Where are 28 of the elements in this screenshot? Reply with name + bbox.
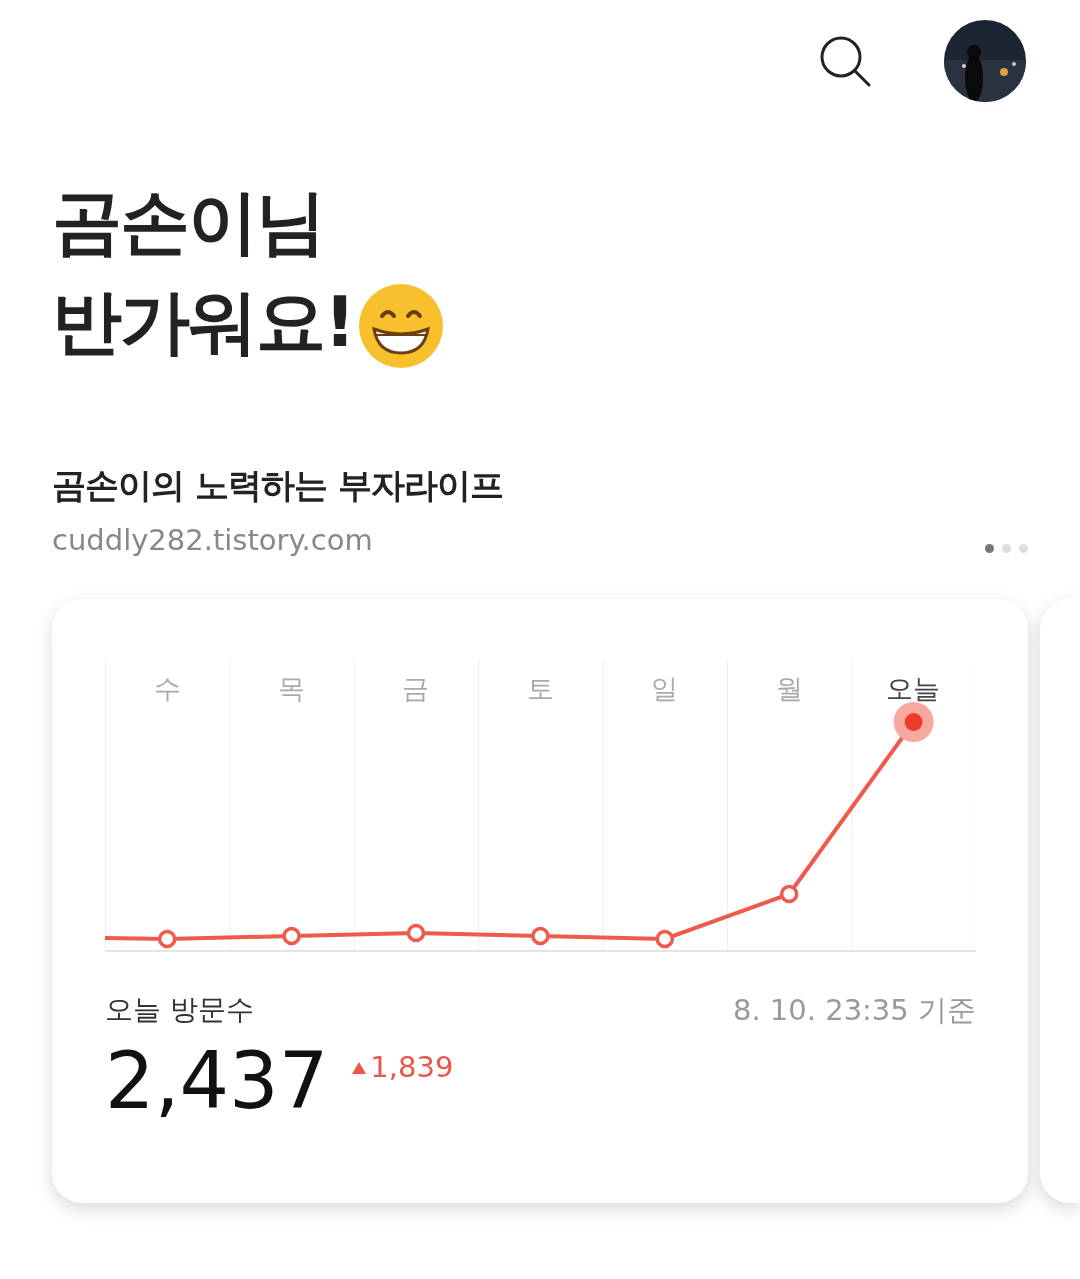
grin-emoji-icon xyxy=(357,283,444,369)
search-icon[interactable] xyxy=(818,34,872,88)
visits-label: 오늘 방문수 xyxy=(105,991,254,1028)
blog-url[interactable]: cuddly282.tistory.com xyxy=(52,519,373,563)
page-dot[interactable] xyxy=(1019,544,1028,554)
data-point xyxy=(779,884,799,903)
day-label: 수 xyxy=(152,671,182,706)
visits-count: 2,437 xyxy=(105,1042,329,1120)
page-dot[interactable] xyxy=(1002,544,1011,554)
day-label: 일 xyxy=(650,671,680,706)
day-label: 금 xyxy=(401,671,431,706)
greeting-heading: 곰손이님 xyxy=(52,180,325,265)
blog-title: 곰손이의 노력하는 부자라이프 xyxy=(52,464,504,507)
day-label: 오늘 xyxy=(885,671,942,706)
highlighted-data-point xyxy=(893,701,934,742)
data-point xyxy=(655,929,675,948)
welcome-heading: 반가워요! xyxy=(52,280,354,365)
data-point xyxy=(406,923,426,942)
day-label: 토 xyxy=(525,671,555,706)
visits-change: 1,839 xyxy=(370,1049,454,1086)
data-point xyxy=(157,929,177,948)
page-dot[interactable] xyxy=(985,544,994,554)
day-label: 월 xyxy=(774,671,804,706)
data-point xyxy=(282,926,301,945)
day-label: 목 xyxy=(276,671,306,706)
up-triangle-icon xyxy=(352,1061,367,1074)
timestamp: 8. 10. 23:35 기준 xyxy=(732,991,976,1029)
data-point xyxy=(531,926,550,945)
